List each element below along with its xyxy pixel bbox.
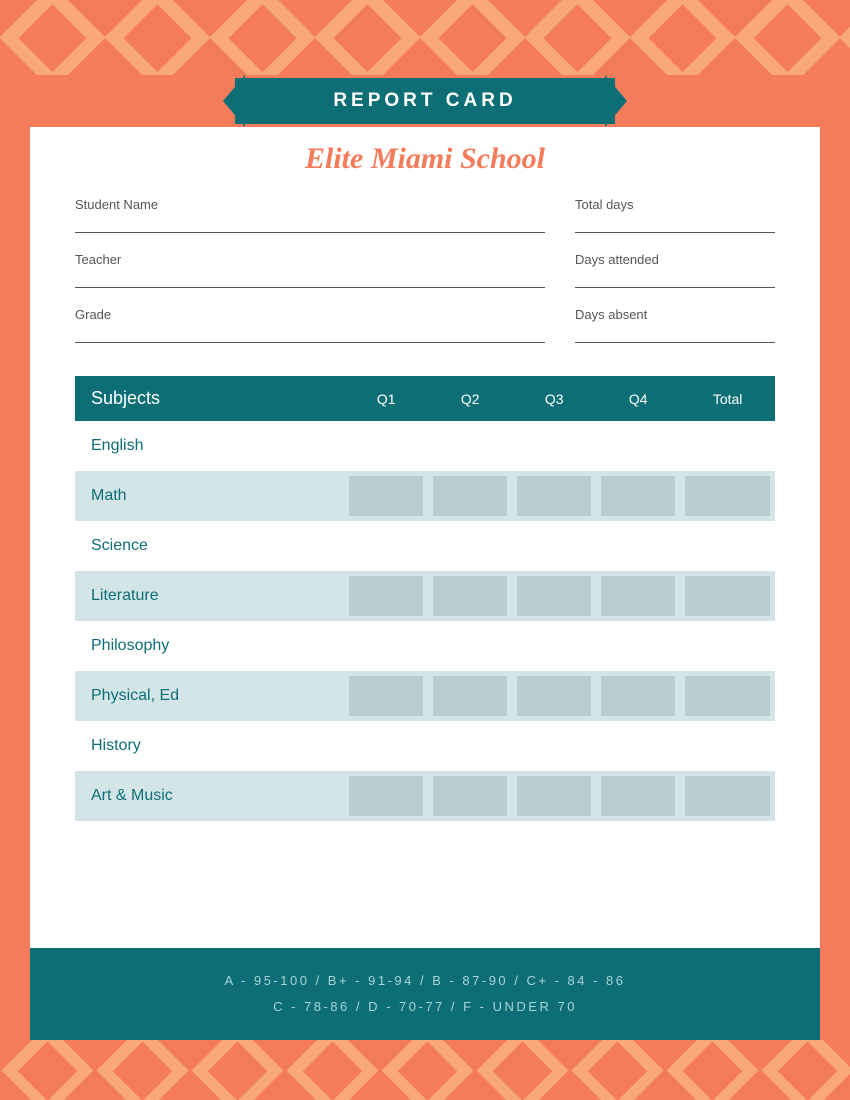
english-total [680, 424, 775, 468]
math-q3 [512, 471, 596, 521]
days-attended-line [575, 287, 775, 288]
science-q4 [596, 524, 680, 568]
subject-math: Math [75, 471, 344, 521]
pe-q2 [428, 671, 512, 721]
school-name: Elite Miami School [75, 142, 775, 176]
phil-total [680, 624, 775, 668]
lit-q2 [428, 571, 512, 621]
report-body: Elite Miami School Student Name Teacher … [30, 127, 820, 948]
art-q1 [344, 771, 428, 821]
footer-line1: A - 95-100 / B+ - 91-94 / B - 87-90 / C+… [60, 968, 790, 994]
days-absent-field: Days absent [575, 306, 775, 343]
total-days-line [575, 232, 775, 233]
grades-table: Subjects Q1 Q2 Q3 Q4 Total English [75, 373, 775, 824]
q4-header: Q4 [596, 376, 680, 421]
total-header: Total [680, 376, 775, 421]
math-total [680, 471, 775, 521]
table-row: History [75, 724, 775, 768]
banner-wrapper: REPORT CARD [30, 75, 820, 127]
subject-art-music: Art & Music [75, 771, 344, 821]
art-q2 [428, 771, 512, 821]
grade-line [75, 342, 545, 343]
phil-q2 [428, 624, 512, 668]
top-decoration [0, 0, 850, 75]
footer-line2: C - 78-86 / D - 70-77 / F - UNDER 70 [60, 994, 790, 1020]
teacher-line [75, 287, 545, 288]
pe-q4 [596, 671, 680, 721]
hist-q3 [512, 724, 596, 768]
english-q2 [428, 424, 512, 468]
phil-q4 [596, 624, 680, 668]
days-attended-field: Days attended [575, 251, 775, 288]
english-q4 [596, 424, 680, 468]
table-row: Math [75, 471, 775, 521]
table-row: English [75, 424, 775, 468]
main-card: REPORT CARD Elite Miami School Student N… [30, 75, 820, 1040]
lit-q3 [512, 571, 596, 621]
banner-title: REPORT CARD [333, 90, 516, 111]
form-section: Student Name Teacher Grade Total days [75, 196, 775, 353]
art-total [680, 771, 775, 821]
pe-total [680, 671, 775, 721]
phil-q1 [344, 624, 428, 668]
bottom-decoration [0, 1040, 850, 1100]
table-row: Physical, Ed [75, 671, 775, 721]
english-q3 [512, 424, 596, 468]
table-row: Philosophy [75, 624, 775, 668]
hist-total [680, 724, 775, 768]
math-q1 [344, 471, 428, 521]
table-header-row: Subjects Q1 Q2 Q3 Q4 Total [75, 376, 775, 421]
teacher-label: Teacher [75, 252, 121, 267]
banner-ribbon: REPORT CARD [235, 78, 615, 124]
teacher-field: Teacher [75, 251, 545, 288]
q1-header: Q1 [344, 376, 428, 421]
total-days-label: Total days [575, 197, 634, 212]
science-total [680, 524, 775, 568]
pe-q3 [512, 671, 596, 721]
days-absent-label: Days absent [575, 307, 647, 322]
subject-philosophy: Philosophy [75, 624, 344, 668]
phil-q3 [512, 624, 596, 668]
subject-science: Science [75, 524, 344, 568]
hist-q4 [596, 724, 680, 768]
q3-header: Q3 [512, 376, 596, 421]
math-q2 [428, 471, 512, 521]
subject-literature: Literature [75, 571, 344, 621]
grade-label: Grade [75, 307, 111, 322]
art-q4 [596, 771, 680, 821]
subject-history: History [75, 724, 344, 768]
english-q1 [344, 424, 428, 468]
lit-total [680, 571, 775, 621]
top-pattern-row [0, 0, 850, 75]
grade-field: Grade [75, 306, 545, 343]
table-row: Art & Music [75, 771, 775, 821]
science-q3 [512, 524, 596, 568]
student-name-label: Student Name [75, 197, 158, 212]
table-row: Literature [75, 571, 775, 621]
lit-q1 [344, 571, 428, 621]
student-name-line [75, 232, 545, 233]
science-q2 [428, 524, 512, 568]
lit-q4 [596, 571, 680, 621]
subject-english: English [75, 424, 344, 468]
subject-physical-ed: Physical, Ed [75, 671, 344, 721]
hist-q1 [344, 724, 428, 768]
table-row: Science [75, 524, 775, 568]
student-name-field: Student Name [75, 196, 545, 233]
q2-header: Q2 [428, 376, 512, 421]
footer-text: A - 95-100 / B+ - 91-94 / B - 87-90 / C+… [60, 968, 790, 1020]
math-q4 [596, 471, 680, 521]
subjects-header: Subjects [75, 376, 344, 421]
total-days-field: Total days [575, 196, 775, 233]
form-left: Student Name Teacher Grade [75, 196, 545, 353]
form-right: Total days Days attended Days absent [575, 196, 775, 353]
hist-q2 [428, 724, 512, 768]
days-absent-line [575, 342, 775, 343]
science-q1 [344, 524, 428, 568]
days-attended-label: Days attended [575, 252, 659, 267]
art-q3 [512, 771, 596, 821]
bottom-pattern-row [0, 1040, 850, 1100]
footer: A - 95-100 / B+ - 91-94 / B - 87-90 / C+… [30, 948, 820, 1040]
pe-q1 [344, 671, 428, 721]
